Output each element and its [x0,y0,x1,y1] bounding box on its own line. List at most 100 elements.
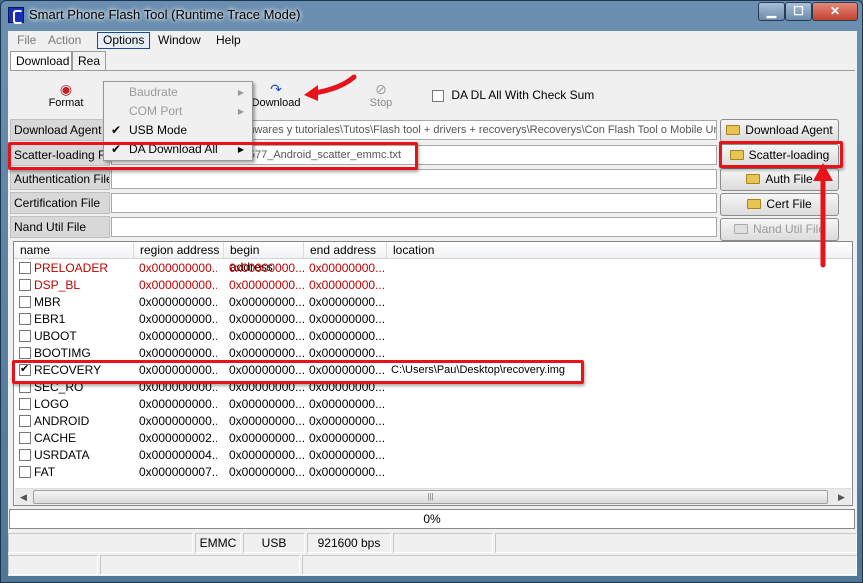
cell-location [391,328,591,345]
cell-begin: 0x00000000... [229,465,306,479]
scroll-right-icon[interactable]: ▶ [833,489,850,505]
status-connection: USB [243,533,305,553]
checkmark-icon: ✔ [111,123,122,137]
cell-location [391,260,591,277]
auth-file-button-label: Auth File [765,172,813,186]
maximize-icon: ☐ [793,4,804,18]
table-row[interactable]: USRDATA 0x000000004... 0x00000000... 0x0000… [14,447,852,464]
cell-name: USRDATA [34,448,90,462]
menu-window[interactable]: Window [153,32,206,49]
app-window: Smart Phone Flash Tool (Runtime Trace Mo… [0,0,863,583]
title-bar[interactable]: Smart Phone Flash Tool (Runtime Trace Mo… [1,1,862,31]
menu-item-usb-mode[interactable]: ✔ USB Mode [105,121,251,140]
cell-name: CACHE [34,431,77,445]
scroll-left-icon[interactable]: ◀ [15,489,32,505]
row-checkbox[interactable] [19,296,31,308]
table-row[interactable]: CACHE 0x000000002... 0x00000000... 0x000000… [14,430,852,447]
table-row[interactable]: ANDROID 0x000000000... 0x00000000... 0x0000… [14,413,852,430]
download-icon: ↷ [270,81,282,97]
scrollbar-thumb[interactable]: ||| [33,490,828,504]
auth-label: Authentication File [10,168,110,190]
column-header-region[interactable]: region address [134,242,224,259]
menu-file[interactable]: File [12,32,41,49]
menu-item-baudrate[interactable]: Baudrate ▶ [105,83,251,102]
menu-item-com-port[interactable]: COM Port ▶ [105,102,251,121]
cell-begin: 0x00000000... [229,431,306,445]
column-header-location[interactable]: location [387,242,852,259]
cell-region: 0x000000000... [139,295,217,309]
status-cell-empty [8,533,193,553]
download-agent-button[interactable]: Download Agent [720,119,839,142]
format-icon: ◉ [59,81,73,97]
cell-end: 0x00000000... [309,448,386,462]
stop-icon: ⊘ [375,81,387,97]
cell-region: 0x000000002... [139,431,217,445]
cell-region: 0x000000000... [139,312,217,326]
menu-item-baudrate-label: Baudrate [129,85,178,99]
auth-field[interactable] [111,169,717,189]
cell-end: 0x00000000... [309,431,386,445]
cell-region: 0x000000000... [139,397,217,411]
tab-readback[interactable]: Rea [72,51,106,71]
row-checkbox[interactable] [19,432,31,444]
cell-location [391,396,591,413]
column-header-name[interactable]: name [14,242,134,259]
download-agent-button-label: Download Agent [745,123,833,137]
maximize-button[interactable]: ☐ [785,2,812,21]
table-row[interactable]: PRELOADER 0x000000000... 0x00000000... 0x00… [14,260,852,277]
cell-name: UBOOT [34,329,77,343]
cell-region: 0x000000000... [139,278,217,292]
menu-action[interactable]: Action [43,32,86,49]
format-button[interactable]: ◉ Format [46,81,86,109]
column-header-begin[interactable]: begin address [224,242,304,274]
download-arrow-icon [304,74,357,101]
cell-begin: 0x00000000... [229,329,306,343]
scatter-highlight-box [8,142,418,170]
download-button[interactable]: ↷ Download [248,81,304,109]
checksum-checkbox[interactable] [432,89,444,102]
stop-button[interactable]: ⊘ Stop [363,81,399,109]
column-header-end[interactable]: end address [304,242,387,259]
row-checkbox[interactable] [19,279,31,291]
cell-begin: 0x00000000... [229,261,306,275]
nand-field[interactable] [111,217,717,237]
row-checkbox[interactable] [19,313,31,325]
cell-name: ANDROID [34,414,90,428]
row-checkbox[interactable] [19,398,31,410]
download-agent-label: Download Agent [10,119,110,141]
table-row[interactable]: EBR1 0x000000000... 0x00000000... 0x0000000… [14,311,852,328]
cert-field[interactable] [111,193,717,213]
row-checkbox[interactable] [19,449,31,461]
checksum-option[interactable]: DA DL All With Check Sum [432,88,594,102]
cell-region: 0x000000007... [139,465,217,479]
minimize-button[interactable]: ▁ [758,2,785,21]
row-checkbox[interactable] [19,330,31,342]
row-checkbox[interactable] [19,466,31,478]
menu-item-com-port-label: COM Port [129,104,183,118]
horizontal-scrollbar[interactable]: ◀ ||| ▶ [15,488,851,505]
row-checkbox[interactable] [19,262,31,274]
submenu-arrow-icon: ▶ [237,107,244,116]
recovery-highlight-box [12,360,584,384]
table-row[interactable]: FAT 0x000000007... 0x00000000... 0x00000000… [14,464,852,481]
row-checkbox[interactable] [19,415,31,427]
table-row[interactable]: MBR 0x000000000... 0x00000000... 0x00000000… [14,294,852,311]
cell-begin: 0x00000000... [229,278,306,292]
nand-row: Nand Util File [10,216,717,238]
cell-end: 0x00000000... [309,295,386,309]
cell-region: 0x000000000... [139,261,217,275]
row-checkbox[interactable] [19,347,31,359]
menu-help[interactable]: Help [211,32,246,49]
cell-location [391,464,591,481]
cell-end: 0x00000000... [309,397,386,411]
folder-icon [733,223,748,234]
progress-bar: 0% [9,509,855,529]
cell-end: 0x00000000... [309,278,386,292]
table-row[interactable]: DSP_BL 0x000000000... 0x00000000... 0x00000… [14,277,852,294]
table-row[interactable]: UBOOT 0x000000000... 0x00000000... 0x000000… [14,328,852,345]
status-baud: 921600 bps [307,533,391,553]
menu-options[interactable]: Options [97,32,151,49]
tab-download[interactable]: Download [10,51,72,71]
table-row[interactable]: LOGO 0x000000000... 0x00000000... 0x0000000… [14,396,852,413]
close-button[interactable]: ✕ [812,2,858,21]
